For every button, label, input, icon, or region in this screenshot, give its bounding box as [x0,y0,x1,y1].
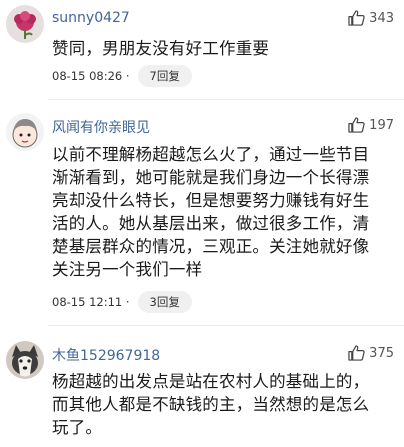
like-count: 197 [369,117,394,133]
like-button[interactable]: 343 [348,10,394,26]
comment-text: 以前不理解杨超越怎么火了，通过一些节目 渐渐看到，她可能就是我们身边一个长得漂 … [52,143,392,281]
username[interactable]: 风闻有你亲眼见 [52,117,150,137]
comment-meta: 08-15 08:26 · 7回复 [52,65,192,87]
timestamp: 08-15 08:26 · [52,69,130,83]
comment-text: 赞同，男朋友没有好工作重要 [52,37,392,60]
comment-meta: 08-15 12:11 · 3回复 [52,291,192,313]
cartoon-face-avatar-icon[interactable] [6,113,44,151]
like-button[interactable]: 197 [348,117,394,133]
comment-line: 亮却没什么特长，但是想要努力赚钱有好生 [52,191,370,210]
reply-button[interactable]: 7回复 [137,65,192,87]
like-count: 343 [369,10,394,26]
reply-button[interactable]: 3回复 [137,291,192,313]
comment-line: 以前不理解杨超越怎么火了，通过一些节目 [52,145,370,164]
thumbs-up-icon [348,345,365,361]
thumbs-up-icon [348,117,365,133]
timestamp: 08-15 12:11 · [52,295,130,309]
comment-line: 玩了。 [52,418,103,437]
divider [48,325,404,326]
comment-line: 杨超越的出发点是站在农村人的基础上的， [52,372,370,391]
like-button[interactable]: 375 [348,345,394,361]
comment-text: 杨超越的出发点是站在农村人的基础上的， 而其他人都是不缺钱的主，当然想的是怎么 … [52,370,392,439]
thumbs-up-icon [348,10,365,26]
comment-line: 渐渐看到，她可能就是我们身边一个长得漂 [52,168,370,187]
comment-line: 关注另一个我们一样 [52,260,203,279]
comment-line: 活的人。她从基层出来，做过很多工作，清 [52,214,370,233]
divider [48,99,404,100]
like-count: 375 [369,345,394,361]
comment-line: 而其他人都是不缺钱的主，当然想的是怎么 [52,395,370,414]
pink-flower-avatar-icon[interactable] [6,5,44,43]
username[interactable]: 木鱼152967918 [52,345,160,365]
comment-line: 赞同，男朋友没有好工作重要 [52,39,270,58]
comment-line: 楚基层群众的情况，三观正。关注她就好像 [52,237,370,256]
husky-dog-avatar-icon[interactable] [6,341,44,379]
username[interactable]: sunny0427 [52,10,130,26]
